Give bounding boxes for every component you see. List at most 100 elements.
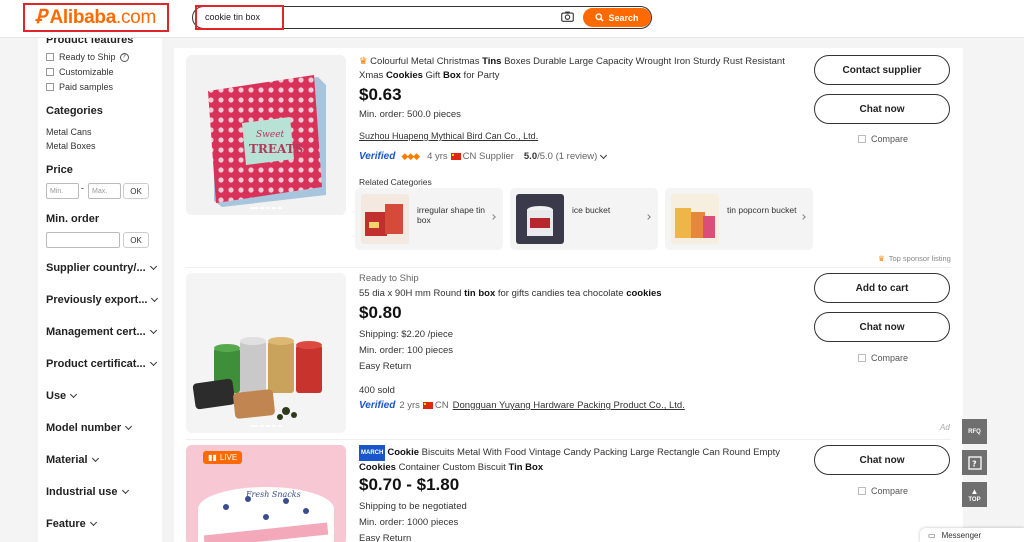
dropdown-previously-exported[interactable]: Previously export... <box>46 294 159 306</box>
related-category-image <box>671 194 719 244</box>
back-to-top-button[interactable]: ▲ TOP <box>962 482 987 507</box>
dropdown-management-cert[interactable]: Management cert... <box>46 326 157 338</box>
min-order-title: Min. order <box>46 213 100 225</box>
product-title[interactable]: 55 dia x 90H mm Round tin box for gifts … <box>359 287 799 301</box>
price-max-input[interactable]: Max. <box>88 183 121 199</box>
tin-cans-picture <box>186 273 346 433</box>
rating-score: 5.0 <box>523 151 538 162</box>
dropdown-material[interactable]: Material <box>46 454 99 466</box>
min-order-ok-button[interactable]: OK <box>123 232 149 248</box>
chat-now-button[interactable]: Chat now <box>814 312 950 342</box>
image-carousel-dots[interactable] <box>186 207 346 209</box>
live-stream-icon: ▮▮ <box>208 453 217 462</box>
logo-text: Alibaba <box>49 6 116 28</box>
filter-ready-to-ship[interactable]: Ready to Ship ? <box>46 52 129 62</box>
min-order: Min. order: 500.0 pieces <box>359 109 461 120</box>
alibaba-logo-icon: Ꝑ <box>35 7 47 28</box>
supplier-link[interactable]: Suzhou Huapeng Mythical Bird Can Co., Lt… <box>359 131 538 141</box>
chevron-down-icon[interactable] <box>600 151 608 159</box>
dropdown-model-number[interactable]: Model number <box>46 422 133 434</box>
filter-customizable[interactable]: Customizable <box>46 67 114 77</box>
compare-label: Compare <box>871 353 909 363</box>
checkbox[interactable] <box>46 83 54 91</box>
product-title[interactable]: MARCH Cookie Biscuits Metal With Food Vin… <box>359 445 799 475</box>
rfq-label: RFQ <box>968 428 981 435</box>
product-image[interactable] <box>186 273 346 433</box>
chat-now-button[interactable]: Chat now <box>814 94 950 124</box>
related-category-image <box>361 194 409 244</box>
messenger-bar[interactable]: ▭ Messenger <box>920 528 1024 542</box>
top-header: Ꝑ Alibaba.com Search <box>0 0 1024 38</box>
related-category-card[interactable]: irregular shape tin box <box>355 188 503 250</box>
supplier-country: CN <box>434 400 449 411</box>
verified-badge[interactable]: Verified <box>359 400 395 411</box>
sold-count: 400 sold <box>359 385 395 396</box>
image-carousel-dots[interactable] <box>186 425 346 427</box>
dropdown-label: Material <box>46 454 88 466</box>
search-button[interactable]: Search <box>583 8 651 27</box>
price-min-input[interactable]: Min. <box>46 183 79 199</box>
camera-icon[interactable] <box>561 11 574 22</box>
svg-text:Sweet: Sweet <box>256 130 285 140</box>
search-results: Sweet TREATS ♛ Colourful Metal Christmas… <box>174 48 963 542</box>
top-sponsor-listing: ♛ Top sponsor listing <box>878 254 951 263</box>
product-title[interactable]: ♛ Colourful Metal Christmas Tins Boxes D… <box>359 55 799 83</box>
related-category-image <box>516 194 564 244</box>
chat-now-button[interactable]: Chat now <box>814 445 950 475</box>
top-label: TOP <box>968 496 981 503</box>
checkbox[interactable] <box>858 487 866 495</box>
dropdown-product-certification[interactable]: Product certificat... <box>46 358 157 370</box>
checkbox[interactable] <box>858 135 866 143</box>
dropdown-use[interactable]: Use <box>46 390 78 402</box>
contact-supplier-button[interactable]: Contact supplier <box>814 55 950 85</box>
chevron-right-icon <box>645 214 651 220</box>
logo-suffix: .com <box>116 6 156 28</box>
filter-sidebar: Product features Ready to Ship ? Customi… <box>38 38 162 542</box>
dropdown-label: Industrial use <box>46 486 118 498</box>
min-order: Min. order: 100 pieces <box>359 345 453 356</box>
help-icon[interactable]: ? <box>119 52 129 62</box>
compare-checkbox[interactable]: Compare <box>858 353 908 363</box>
filter-paid-samples[interactable]: Paid samples <box>46 82 113 92</box>
alibaba-logo[interactable]: Ꝑ Alibaba.com <box>23 3 169 32</box>
feedback-button[interactable]: ? <box>962 450 987 475</box>
product-image[interactable]: Fresh Snacks ▮▮ LIVE <box>186 445 346 542</box>
diamond-rating-icon: ◆◆◆ <box>401 151 420 161</box>
filter-label: Ready to Ship <box>59 52 116 62</box>
product-price: $0.80 <box>359 303 402 322</box>
price-title: Price <box>46 164 73 176</box>
product-image[interactable]: Sweet TREATS <box>186 55 346 215</box>
compare-checkbox[interactable]: Compare <box>858 486 908 496</box>
rating-suffix[interactable]: /5.0 (1 review) <box>537 151 597 162</box>
related-categories-title: Related Categories <box>359 177 432 187</box>
category-link-metal-cans[interactable]: Metal Cans <box>46 127 92 137</box>
related-category-card[interactable]: ice bucket <box>510 188 658 250</box>
add-to-cart-button[interactable]: Add to cart <box>814 273 950 303</box>
dropdown-feature[interactable]: Feature <box>46 518 97 530</box>
chevron-down-icon <box>149 358 157 367</box>
checkbox[interactable] <box>46 53 54 61</box>
march-promo-badge: MARCH <box>359 445 386 461</box>
checkbox[interactable] <box>46 68 54 76</box>
rfq-button[interactable]: RFQ <box>962 419 987 444</box>
verified-badge[interactable]: Verified <box>359 151 395 162</box>
supplier-link[interactable]: Dongguan Yuyang Hardware Packing Product… <box>453 400 685 411</box>
compare-checkbox[interactable]: Compare <box>858 134 908 144</box>
related-category-label: tin popcorn bucket <box>727 205 797 215</box>
live-badge[interactable]: ▮▮ LIVE <box>203 451 243 464</box>
search-input[interactable] <box>205 12 505 22</box>
dropdown-label: Product certificat... <box>46 358 146 370</box>
china-flag-icon <box>422 402 433 409</box>
svg-text:TREATS: TREATS <box>249 142 303 156</box>
filter-label: Customizable <box>59 67 114 77</box>
search-bar: Search <box>192 5 652 30</box>
min-order-input[interactable] <box>46 232 120 248</box>
category-link-metal-boxes[interactable]: Metal Boxes <box>46 141 96 151</box>
dropdown-industrial-use[interactable]: Industrial use <box>46 486 129 498</box>
chat-icon: ▭ <box>928 530 936 540</box>
price-ok-button[interactable]: OK <box>123 183 149 199</box>
checkbox[interactable] <box>858 354 866 362</box>
chevron-right-icon <box>490 214 496 220</box>
related-category-card[interactable]: tin popcorn bucket <box>665 188 813 250</box>
dropdown-supplier-country[interactable]: Supplier country/... <box>46 262 157 274</box>
